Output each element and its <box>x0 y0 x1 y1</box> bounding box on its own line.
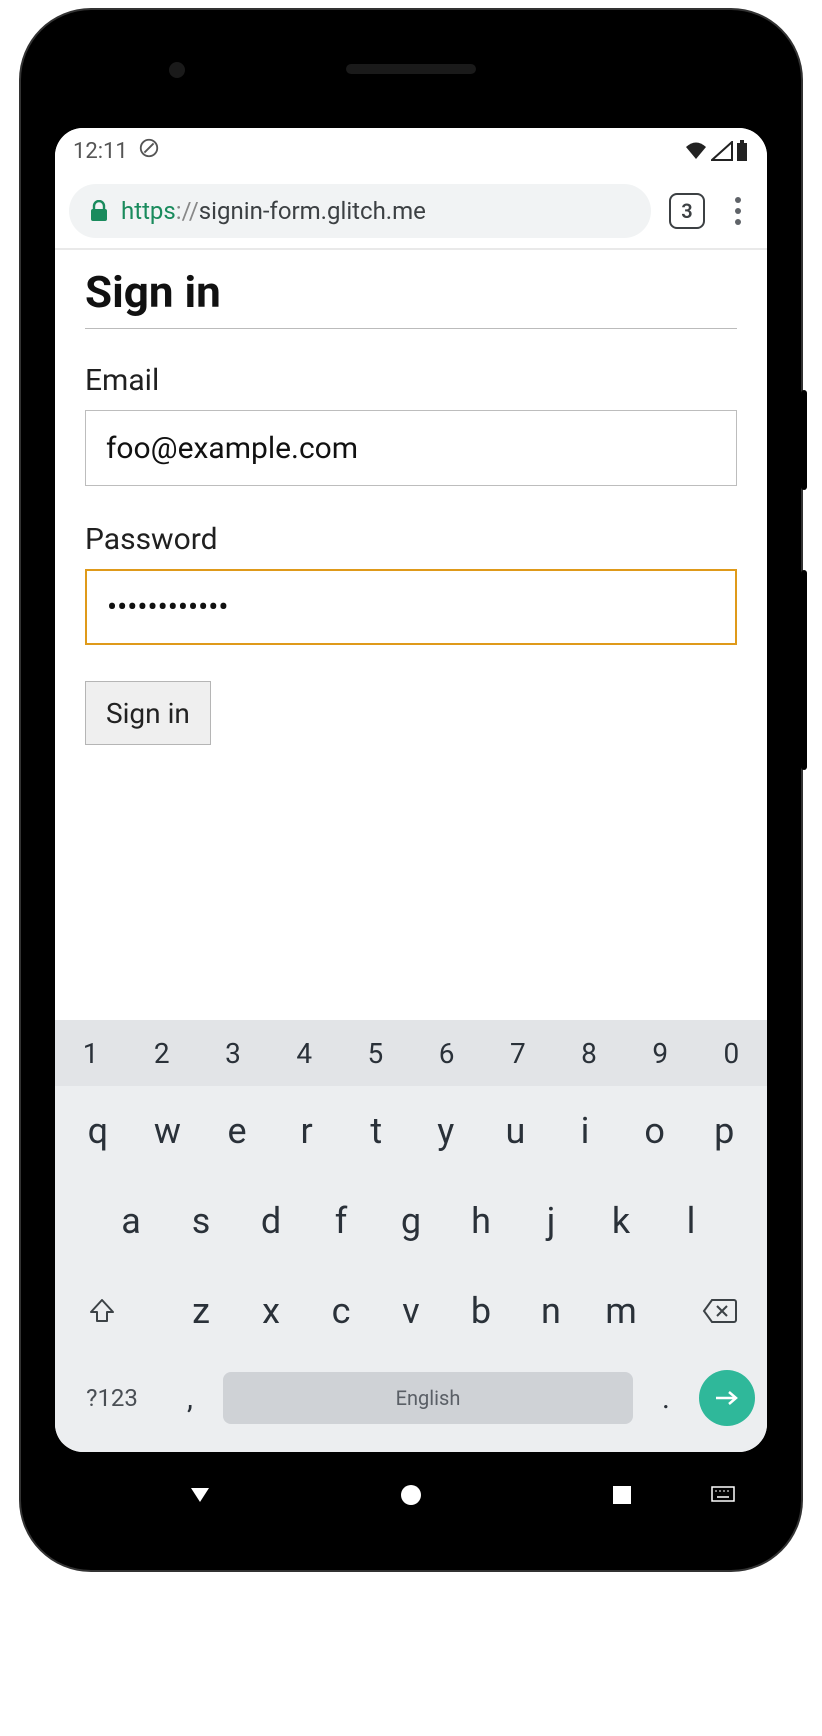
key-w[interactable]: w <box>133 1110 203 1152</box>
url-host: signin-form.glitch.me <box>199 197 426 225</box>
key-y[interactable]: y <box>411 1110 481 1152</box>
key-4[interactable]: 4 <box>269 1020 340 1086</box>
password-field-group: Password <box>85 522 737 645</box>
phone-speaker <box>346 64 476 74</box>
key-l[interactable]: l <box>656 1200 726 1242</box>
key-2[interactable]: 2 <box>126 1020 197 1086</box>
key-5[interactable]: 5 <box>340 1020 411 1086</box>
key-h[interactable]: h <box>446 1200 516 1242</box>
status-bar: 12:11 <box>55 128 767 174</box>
tab-switcher-button[interactable]: 3 <box>669 193 705 229</box>
power-button <box>801 390 807 490</box>
key-f[interactable]: f <box>306 1200 376 1242</box>
page-title: Sign in <box>85 266 737 329</box>
phone-camera <box>169 62 185 78</box>
tab-count: 3 <box>681 199 692 223</box>
keyboard-row-3: z x c v b n m <box>55 1266 767 1356</box>
url-scheme: https <box>121 197 176 225</box>
key-e[interactable]: e <box>202 1110 272 1152</box>
key-c[interactable]: c <box>306 1290 376 1332</box>
key-o[interactable]: o <box>620 1110 690 1152</box>
spacebar-key[interactable]: English <box>223 1372 633 1424</box>
shift-key[interactable] <box>65 1296 139 1326</box>
backspace-key[interactable] <box>683 1298 757 1324</box>
key-r[interactable]: r <box>272 1110 342 1152</box>
sign-in-button[interactable]: Sign in <box>85 681 211 745</box>
key-n[interactable]: n <box>516 1290 586 1332</box>
key-b[interactable]: b <box>446 1290 516 1332</box>
key-v[interactable]: v <box>376 1290 446 1332</box>
nav-back-button[interactable] <box>170 1482 230 1508</box>
key-t[interactable]: t <box>341 1110 411 1152</box>
email-field-group: Email <box>85 363 737 486</box>
key-i[interactable]: i <box>550 1110 620 1152</box>
nav-keyboard-switch-icon[interactable] <box>693 1486 753 1504</box>
android-nav-bar <box>55 1462 767 1528</box>
password-input[interactable] <box>85 569 737 645</box>
key-3[interactable]: 3 <box>197 1020 268 1086</box>
battery-icon <box>735 140 749 162</box>
password-label: Password <box>85 522 737 557</box>
key-z[interactable]: z <box>166 1290 236 1332</box>
key-0[interactable]: 0 <box>696 1020 767 1086</box>
email-label: Email <box>85 363 737 398</box>
keyboard-number-row: 1 2 3 4 5 6 7 8 9 0 <box>55 1020 767 1086</box>
key-j[interactable]: j <box>516 1200 586 1242</box>
key-8[interactable]: 8 <box>553 1020 624 1086</box>
page-content: Sign in Email Password Sign in <box>55 250 767 1020</box>
symbols-key[interactable]: ?123 <box>67 1384 157 1412</box>
key-d[interactable]: d <box>236 1200 306 1242</box>
key-p[interactable]: p <box>689 1110 759 1152</box>
address-bar[interactable]: https://signin-form.glitch.me <box>69 184 651 238</box>
nav-recent-button[interactable] <box>592 1484 652 1506</box>
dnd-icon <box>138 137 160 165</box>
key-x[interactable]: x <box>236 1290 306 1332</box>
soft-keyboard: 1 2 3 4 5 6 7 8 9 0 q w e r t y <box>55 1020 767 1452</box>
cell-signal-icon <box>711 141 733 161</box>
url-separator: :// <box>176 197 199 225</box>
period-key[interactable]: . <box>641 1381 691 1416</box>
key-1[interactable]: 1 <box>55 1020 126 1086</box>
wifi-icon <box>683 141 709 161</box>
enter-key[interactable] <box>699 1370 755 1426</box>
key-u[interactable]: u <box>481 1110 551 1152</box>
key-a[interactable]: a <box>96 1200 166 1242</box>
key-g[interactable]: g <box>376 1200 446 1242</box>
lock-icon <box>89 200 109 222</box>
key-s[interactable]: s <box>166 1200 236 1242</box>
url-text: https://signin-form.glitch.me <box>121 197 426 225</box>
keyboard-row-2: a s d f g h j k l <box>55 1176 767 1266</box>
key-m[interactable]: m <box>586 1290 656 1332</box>
keyboard-row-1: q w e r t y u i o p <box>55 1086 767 1176</box>
key-9[interactable]: 9 <box>625 1020 696 1086</box>
key-q[interactable]: q <box>63 1110 133 1152</box>
volume-button <box>801 570 807 770</box>
status-time: 12:11 <box>73 139 128 164</box>
key-k[interactable]: k <box>586 1200 656 1242</box>
browser-toolbar: https://signin-form.glitch.me 3 <box>55 174 767 250</box>
keyboard-bottom-row: ?123 , English . <box>55 1356 767 1440</box>
phone-frame: 12:11 <box>21 10 801 1570</box>
comma-key[interactable]: , <box>165 1381 215 1416</box>
key-7[interactable]: 7 <box>482 1020 553 1086</box>
email-input[interactable] <box>85 410 737 486</box>
key-6[interactable]: 6 <box>411 1020 482 1086</box>
browser-menu-button[interactable] <box>723 197 753 225</box>
nav-home-button[interactable] <box>381 1483 441 1507</box>
screen: 12:11 <box>55 128 767 1452</box>
